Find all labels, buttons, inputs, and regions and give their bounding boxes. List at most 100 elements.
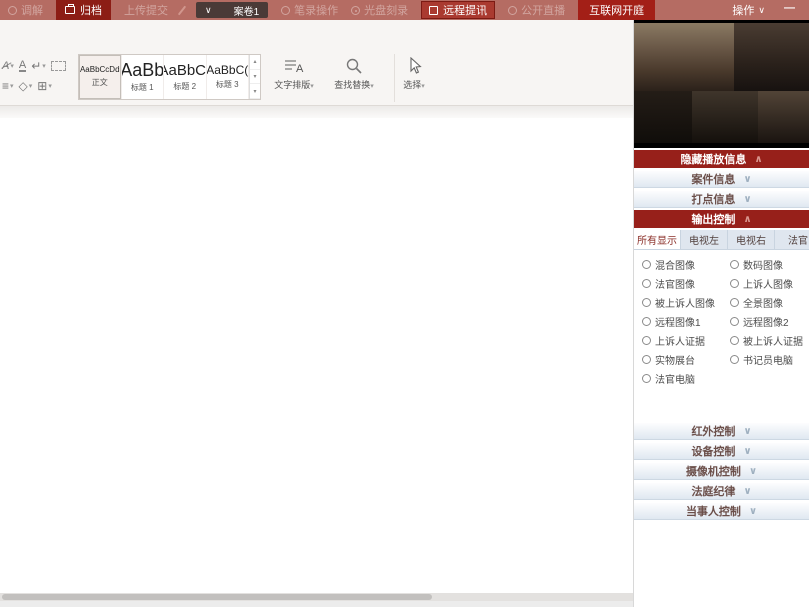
output-option-judge-computer[interactable]: 法官电脑 [642, 371, 730, 386]
panel-device-control[interactable]: 设备控制 ∨ [634, 442, 809, 460]
tab-all-display[interactable]: 所有显示 [634, 230, 681, 249]
remote-arraignment-label: 远程提讯 [443, 5, 488, 17]
minimize-button[interactable]: — [778, 2, 801, 18]
panel-hide-playback-info[interactable]: 隐藏播放信息 ∧ [634, 150, 809, 168]
chevron-down-icon[interactable]: ∨ [205, 5, 212, 16]
radio-icon[interactable] [642, 336, 651, 345]
radio-icon[interactable] [730, 298, 739, 307]
disc-burn-icon [351, 5, 361, 15]
remote-arraignment-button[interactable]: 远程提讯 [421, 1, 496, 19]
panel-party-control[interactable]: 当事人控制 ∨ [634, 502, 809, 520]
borders-icon[interactable]: ⊞ ▾ [37, 79, 52, 93]
archive-label: 归档 [80, 5, 102, 17]
document-canvas[interactable] [0, 118, 633, 593]
disc-burn-button[interactable]: 光盘刻录 [351, 2, 408, 18]
chevron-down-icon: ∨ [743, 193, 752, 205]
courtroom-video-feed[interactable] [634, 20, 809, 148]
output-option-judge-image[interactable]: 法官图像 [642, 276, 730, 291]
public-broadcast-label: 公开直播 [521, 5, 566, 17]
style-gallery-scrollbar[interactable]: ▴ ▾ ▾ [249, 55, 260, 100]
output-option-digital-image[interactable]: 数码图像 [730, 257, 807, 272]
video-courtroom-wide-view [634, 23, 734, 91]
video-courtroom-side-view [734, 23, 809, 91]
panel-label: 摄像机控制 [685, 466, 741, 478]
style-name: 正文 [91, 78, 108, 87]
archive-button[interactable]: 归档 [56, 0, 111, 20]
character-border-icon[interactable]: A [18, 60, 27, 72]
radio-icon[interactable] [730, 317, 739, 326]
transcript-ops-icon [281, 5, 291, 15]
panel-infrared-control[interactable]: 红外控制 ∨ [634, 422, 809, 440]
output-option-mixed-image[interactable]: 混合图像 [642, 257, 730, 272]
style-sample: AaBbC( [164, 61, 207, 79]
chevron-down-icon: ∨ [748, 505, 758, 517]
horizontal-scrollbar[interactable] [0, 593, 633, 601]
output-option-panorama-image[interactable]: 全景图像 [730, 295, 807, 310]
output-option-appellant-evidence[interactable]: 上诉人证据 [642, 333, 730, 348]
line-break-icon[interactable]: ↵ ▾ [31, 59, 46, 73]
gallery-more-icon[interactable]: ▾ [250, 84, 260, 100]
radio-icon[interactable] [642, 279, 651, 288]
style-normal[interactable]: AaBbCcDd 正文 [79, 55, 122, 99]
select-button[interactable]: 选择▾ [390, 54, 438, 91]
find-replace-label: 查找替换 [334, 80, 371, 90]
panel-label: 红外控制 [691, 426, 736, 438]
line-spacing-icon[interactable]: ≡ ▾ [2, 79, 14, 93]
style-heading3[interactable]: AaBbC( 标题 3 [207, 55, 249, 99]
output-option-appellant-image[interactable]: 上诉人图像 [730, 276, 807, 291]
radio-icon[interactable] [642, 298, 651, 307]
output-option-remote-image-1[interactable]: 远程图像1 [642, 314, 730, 329]
panel-output-control[interactable]: 输出控制 ∧ [634, 210, 809, 228]
tab-judge[interactable]: 法官 [775, 230, 809, 249]
mediate-button[interactable]: 调解 [8, 2, 43, 18]
scroll-down-icon[interactable]: ▾ [250, 70, 260, 85]
output-option-label: 远程图像2 [743, 318, 789, 329]
clear-format-icon[interactable]: A ▾ [2, 60, 14, 72]
output-option-exhibit-stand[interactable]: 实物展台 [642, 352, 730, 367]
archive-icon [65, 4, 75, 14]
style-sample: AaBbCcDd [79, 65, 120, 74]
radio-icon[interactable] [730, 279, 739, 288]
panel-camera-control[interactable]: 摄像机控制 ∨ [634, 462, 809, 480]
find-replace-button[interactable]: 查找替换▾ [330, 54, 378, 91]
output-option-remote-image-2[interactable]: 远程图像2 [730, 314, 807, 329]
edit-pen-icon[interactable] [177, 5, 187, 15]
shading-icon[interactable]: ◇ ▾ [19, 79, 33, 93]
radio-icon[interactable] [642, 374, 651, 383]
output-option-appellee-image[interactable]: 被上诉人图像 [642, 295, 730, 310]
panel-case-info[interactable]: 案件信息 ∨ [634, 170, 809, 188]
style-heading1[interactable]: AaBb 标题 1 [122, 55, 164, 99]
tab-tv-right[interactable]: 电视右 [728, 230, 775, 249]
video-row-bottom [634, 91, 809, 143]
panel-mark-info[interactable]: 打点信息 ∨ [634, 190, 809, 208]
output-option-appellee-evidence[interactable]: 被上诉人证据 [730, 333, 807, 348]
output-option-label: 混合图像 [655, 261, 695, 272]
panel-court-discipline[interactable]: 法庭纪律 ∨ [634, 482, 809, 500]
output-option-label: 被上诉人证据 [743, 337, 803, 348]
paragraph-mark-icon[interactable] [50, 61, 66, 71]
text-layout-button[interactable]: A 文字排版▾ [270, 54, 318, 91]
radio-icon[interactable] [730, 336, 739, 345]
output-option-clerk-computer[interactable]: 书记员电脑 [730, 352, 807, 367]
panel-label: 打点信息 [691, 194, 736, 206]
public-broadcast-button[interactable]: 公开直播 [508, 2, 565, 18]
transcript-ops-button[interactable]: 笔录操作 [281, 2, 338, 18]
case-file-dropdown[interactable]: ∨ 案卷1 [196, 2, 269, 18]
text-layout-label: 文字排版 [274, 80, 311, 90]
style-heading2[interactable]: AaBbC( 标题 2 [164, 55, 207, 99]
upload-submit-button[interactable]: 上传提交 [124, 2, 168, 18]
internet-court-button[interactable]: 互联网开庭 [578, 0, 656, 20]
radio-icon[interactable] [730, 260, 739, 269]
output-tabs: 所有显示 电视左 电视右 法官 [634, 230, 809, 250]
radio-icon[interactable] [730, 355, 739, 364]
operation-menu[interactable]: 操作 ∨ [732, 2, 765, 18]
horizontal-scrollbar-thumb[interactable] [2, 594, 432, 600]
output-option-label: 法官图像 [655, 280, 695, 291]
tab-tv-left[interactable]: 电视左 [681, 230, 728, 249]
video-gallery-view [634, 91, 692, 143]
scroll-up-icon[interactable]: ▴ [250, 55, 260, 70]
output-option-label: 数码图像 [743, 261, 783, 272]
radio-icon[interactable] [642, 260, 651, 269]
radio-icon[interactable] [642, 317, 651, 326]
radio-icon[interactable] [642, 355, 651, 364]
